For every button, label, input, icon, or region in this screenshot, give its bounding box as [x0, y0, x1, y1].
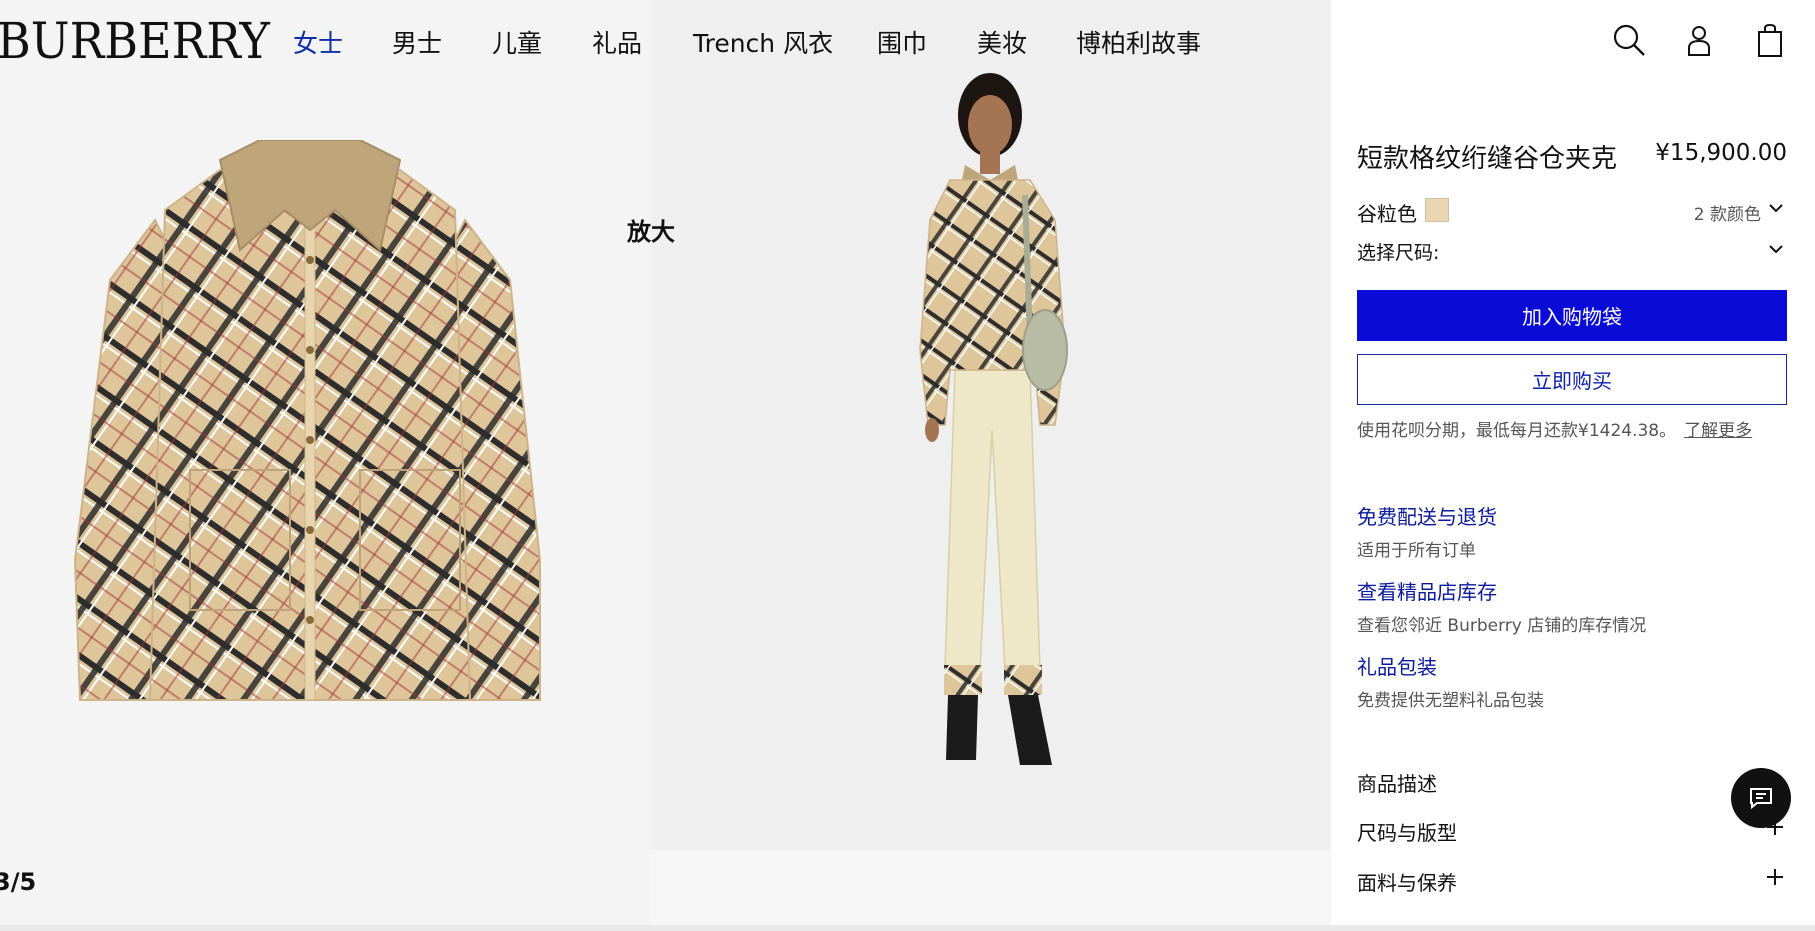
- nav-item-stories[interactable]: 博柏利故事: [1076, 24, 1201, 60]
- learn-more-link[interactable]: 了解更多: [1684, 421, 1752, 441]
- chevron-down-icon[interactable]: [1767, 199, 1785, 217]
- chevron-down-icon[interactable]: [1767, 240, 1785, 258]
- size-selector[interactable]: 选择尺码:: [1357, 236, 1787, 266]
- color-selector[interactable]: 谷粒色 2 款颜色: [1357, 196, 1787, 226]
- product-price: ¥15,900.00: [1655, 140, 1787, 166]
- size-label: 选择尺码:: [1357, 242, 1440, 264]
- product-image-jacket[interactable]: [70, 140, 550, 720]
- nav-item-women[interactable]: 女士: [293, 24, 343, 60]
- nav-item-beauty[interactable]: 美妆: [977, 24, 1027, 60]
- brand-logo[interactable]: BURBERRY: [0, 12, 270, 70]
- buy-now-button[interactable]: 立即购买: [1357, 354, 1787, 405]
- nav-item-men[interactable]: 男士: [392, 24, 442, 60]
- color-swatch[interactable]: [1425, 198, 1449, 222]
- product-image-model[interactable]: [880, 70, 1120, 790]
- zoom-button[interactable]: 放大: [627, 212, 675, 247]
- service-title-gift[interactable]: 礼品包装: [1357, 651, 1544, 680]
- service-subtitle-gift: 免费提供无塑料礼品包装: [1357, 691, 1544, 711]
- nav-item-scarves[interactable]: 围巾: [877, 24, 927, 60]
- service-shipping: 免费配送与退货 适用于所有订单: [1357, 501, 1497, 561]
- product-panel: 短款格纹绗缝谷仓夹克 ¥15,900.00 谷粒色 2 款颜色 选择尺码: 加入…: [1357, 0, 1787, 931]
- plus-icon[interactable]: [1765, 867, 1785, 887]
- gallery-counter: 3/5: [0, 868, 37, 896]
- service-subtitle-stock: 查看您邻近 Burberry 店铺的库存情况: [1357, 616, 1647, 636]
- nav-item-children[interactable]: 儿童: [492, 24, 542, 60]
- nav-item-gifts[interactable]: 礼品: [592, 24, 642, 60]
- service-stock: 查看精品店库存 查看您邻近 Burberry 店铺的库存情况: [1357, 576, 1646, 636]
- accordion-description[interactable]: 商品描述: [1357, 766, 1787, 800]
- color-count[interactable]: 2 款颜色: [1694, 200, 1761, 225]
- service-subtitle-shipping: 适用于所有订单: [1357, 541, 1476, 561]
- nav-item-trench[interactable]: Trench 风衣: [693, 24, 833, 60]
- accordion-label-materials: 面料与保养: [1357, 871, 1457, 895]
- installment-info: 使用花呗分期，最低每月还款¥1424.38。 了解更多: [1357, 416, 1752, 441]
- accordion-label-description: 商品描述: [1357, 772, 1437, 796]
- gallery-right-bottom: [651, 850, 1331, 931]
- add-to-bag-button[interactable]: 加入购物袋: [1357, 290, 1787, 341]
- installment-text: 使用花呗分期，最低每月还款¥1424.38。: [1357, 421, 1677, 441]
- accordion-size-fit[interactable]: 尺码与版型: [1357, 815, 1787, 849]
- product-title: 短款格纹绗缝谷仓夹克: [1357, 144, 1618, 174]
- color-label: 谷粒色: [1357, 202, 1417, 226]
- service-title-shipping[interactable]: 免费配送与退货: [1357, 501, 1497, 530]
- chat-icon: [1750, 788, 1772, 810]
- accordion-label-size-fit: 尺码与版型: [1357, 821, 1457, 845]
- service-title-stock[interactable]: 查看精品店库存: [1357, 576, 1646, 605]
- service-gift: 礼品包装 免费提供无塑料礼品包装: [1357, 651, 1544, 711]
- accordion-materials[interactable]: 面料与保养: [1357, 865, 1787, 899]
- chat-button[interactable]: [1731, 768, 1791, 828]
